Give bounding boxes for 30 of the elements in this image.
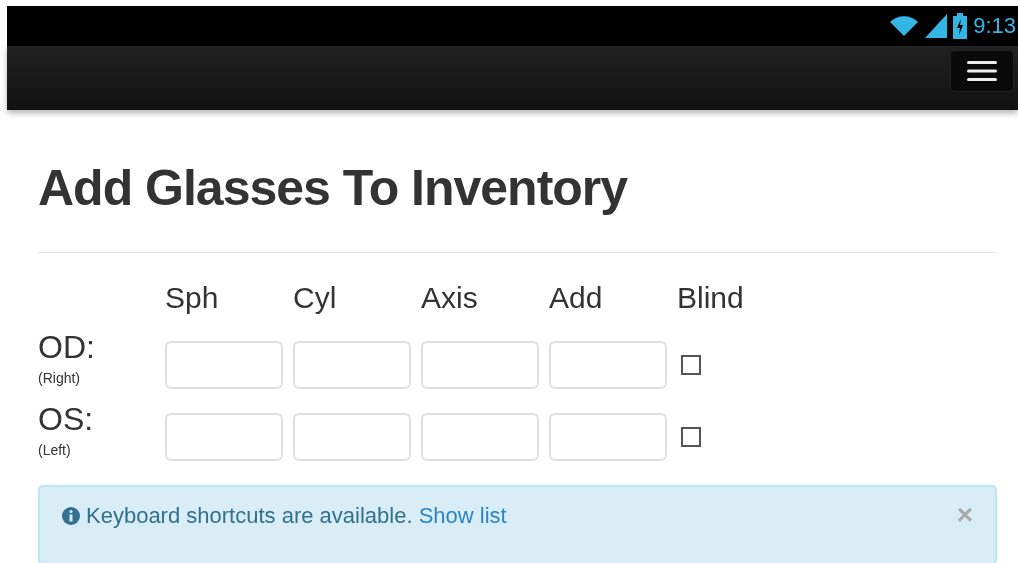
menu-button[interactable]: [950, 50, 1014, 92]
eye-sublabel: (Right): [38, 370, 81, 386]
menu-icon: [967, 60, 997, 82]
input-field[interactable]: [293, 413, 411, 461]
column-header: Cyl: [293, 281, 338, 316]
signal-icon: [925, 14, 948, 38]
alert-message: Keyboard shortcuts are available.: [86, 503, 413, 528]
column-header: Axis: [421, 281, 479, 316]
input-field[interactable]: [165, 413, 283, 461]
input-field[interactable]: [293, 341, 411, 389]
page-title: Add Glasses To Inventory: [38, 159, 629, 218]
input-field[interactable]: [421, 341, 539, 389]
show-list-link[interactable]: Show list: [418, 503, 507, 528]
input-field[interactable]: [549, 341, 667, 389]
column-header: Add: [549, 281, 604, 316]
checkbox[interactable]: [681, 355, 701, 375]
input-field[interactable]: [549, 413, 667, 461]
eye-label: OD:: [38, 329, 96, 365]
eye-label: OS:: [38, 401, 95, 437]
close-button[interactable]: ×: [956, 503, 973, 527]
column-header: Blind: [677, 281, 745, 316]
clock-time: 9:13: [973, 13, 1016, 39]
eye-sublabel: (Left): [38, 442, 72, 458]
battery-icon: [953, 13, 968, 39]
checkbox[interactable]: [681, 427, 701, 447]
input-field[interactable]: [165, 341, 283, 389]
wifi-icon: [889, 14, 920, 38]
column-header: Sph: [165, 281, 220, 316]
info-icon: [62, 507, 80, 525]
input-field[interactable]: [421, 413, 539, 461]
